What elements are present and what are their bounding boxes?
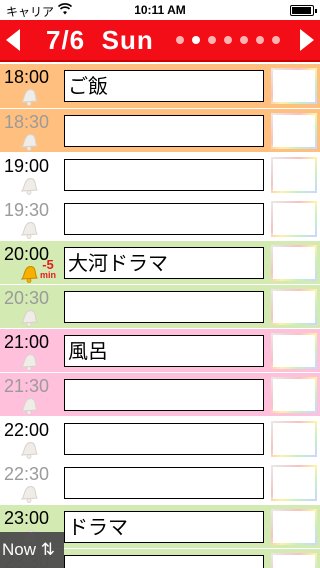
schedule-list: 18:00 ご飯 18:30 19:00 19:30 20:00 -5 min 大河ド… bbox=[0, 64, 320, 568]
row-time: 21:00 bbox=[4, 332, 50, 352]
status-bar: キャリア 10:11 AM bbox=[0, 0, 320, 20]
bell-icon[interactable] bbox=[18, 219, 40, 239]
page-dot[interactable] bbox=[176, 36, 184, 44]
event-title-field[interactable] bbox=[64, 291, 264, 323]
date-header: 7/6 Sun bbox=[0, 20, 320, 62]
schedule-row: 18:00 ご飯 bbox=[0, 64, 320, 108]
bell-icon[interactable] bbox=[18, 263, 40, 283]
schedule-row: 18:30 bbox=[0, 108, 320, 152]
done-checkbox[interactable] bbox=[271, 245, 317, 281]
done-checkbox[interactable] bbox=[271, 333, 317, 369]
event-title-field[interactable]: 風呂 bbox=[64, 335, 264, 367]
bell-icon[interactable] bbox=[18, 439, 40, 459]
page-dot[interactable] bbox=[208, 36, 216, 44]
now-button[interactable]: Now ⇅ bbox=[0, 532, 64, 568]
row-time: 19:00 bbox=[4, 156, 50, 176]
event-title-field[interactable]: ドラマ bbox=[64, 511, 264, 543]
alarm-offset-unit: min bbox=[40, 270, 57, 280]
event-title-field[interactable] bbox=[64, 555, 264, 568]
event-title-field[interactable] bbox=[64, 379, 264, 411]
event-title-field[interactable] bbox=[64, 159, 264, 191]
event-title-field[interactable]: ご飯 bbox=[64, 70, 264, 102]
previous-day-arrow-icon[interactable] bbox=[6, 29, 20, 51]
row-time: 21:30 bbox=[4, 376, 50, 396]
page-dot[interactable] bbox=[192, 36, 200, 44]
alarm-offset: -5 min bbox=[40, 258, 56, 280]
row-time: 22:30 bbox=[4, 464, 50, 484]
bell-icon[interactable] bbox=[18, 131, 40, 151]
page-dot[interactable] bbox=[240, 36, 248, 44]
done-checkbox[interactable] bbox=[271, 421, 317, 457]
schedule-row: 19:00 bbox=[0, 152, 320, 196]
page-dot[interactable] bbox=[224, 36, 232, 44]
schedule-row: 19:30 bbox=[0, 196, 320, 240]
done-checkbox[interactable] bbox=[271, 377, 317, 413]
event-title-field[interactable]: 大河ドラマ bbox=[64, 247, 264, 279]
event-title-field[interactable] bbox=[64, 115, 264, 147]
event-title-field[interactable] bbox=[64, 203, 264, 235]
row-time: 18:30 bbox=[4, 112, 50, 132]
page-indicator[interactable] bbox=[176, 36, 280, 44]
battery-icon bbox=[290, 5, 317, 16]
schedule-row: 20:30 bbox=[0, 284, 320, 328]
done-checkbox[interactable] bbox=[271, 465, 317, 501]
schedule-row: 21:00 風呂 bbox=[0, 328, 320, 372]
header-weekday: Sun bbox=[101, 25, 154, 55]
done-checkbox[interactable] bbox=[271, 113, 317, 149]
row-time: 23:00 bbox=[4, 508, 50, 528]
event-title-field[interactable] bbox=[64, 467, 264, 499]
schedule-row: 22:00 bbox=[0, 416, 320, 460]
done-checkbox[interactable] bbox=[271, 553, 317, 568]
row-time: 18:00 bbox=[4, 67, 50, 87]
bell-icon[interactable] bbox=[18, 86, 40, 106]
row-time: 20:30 bbox=[4, 288, 50, 308]
bell-icon[interactable] bbox=[18, 175, 40, 195]
page-dot[interactable] bbox=[272, 36, 280, 44]
row-time: 22:00 bbox=[4, 420, 50, 440]
event-title-field[interactable] bbox=[64, 423, 264, 455]
bell-icon[interactable] bbox=[18, 351, 40, 371]
schedule-row: 21:30 bbox=[0, 372, 320, 416]
header-date: 7/6 bbox=[46, 25, 86, 55]
bell-icon[interactable] bbox=[18, 395, 40, 415]
bell-icon[interactable] bbox=[18, 307, 40, 327]
done-checkbox[interactable] bbox=[271, 157, 317, 193]
done-checkbox[interactable] bbox=[271, 289, 317, 325]
next-day-arrow-icon[interactable] bbox=[300, 29, 314, 51]
schedule-row: 22:30 bbox=[0, 460, 320, 504]
done-checkbox[interactable] bbox=[271, 509, 317, 545]
done-checkbox[interactable] bbox=[271, 68, 317, 104]
row-time: 19:30 bbox=[4, 200, 50, 220]
page-dot[interactable] bbox=[256, 36, 264, 44]
bell-icon[interactable] bbox=[18, 483, 40, 503]
status-time: 10:11 AM bbox=[134, 3, 186, 17]
header-date-label: 7/6 Sun bbox=[46, 25, 154, 56]
done-checkbox[interactable] bbox=[271, 201, 317, 237]
schedule-row: 20:00 -5 min 大河ドラマ bbox=[0, 240, 320, 284]
